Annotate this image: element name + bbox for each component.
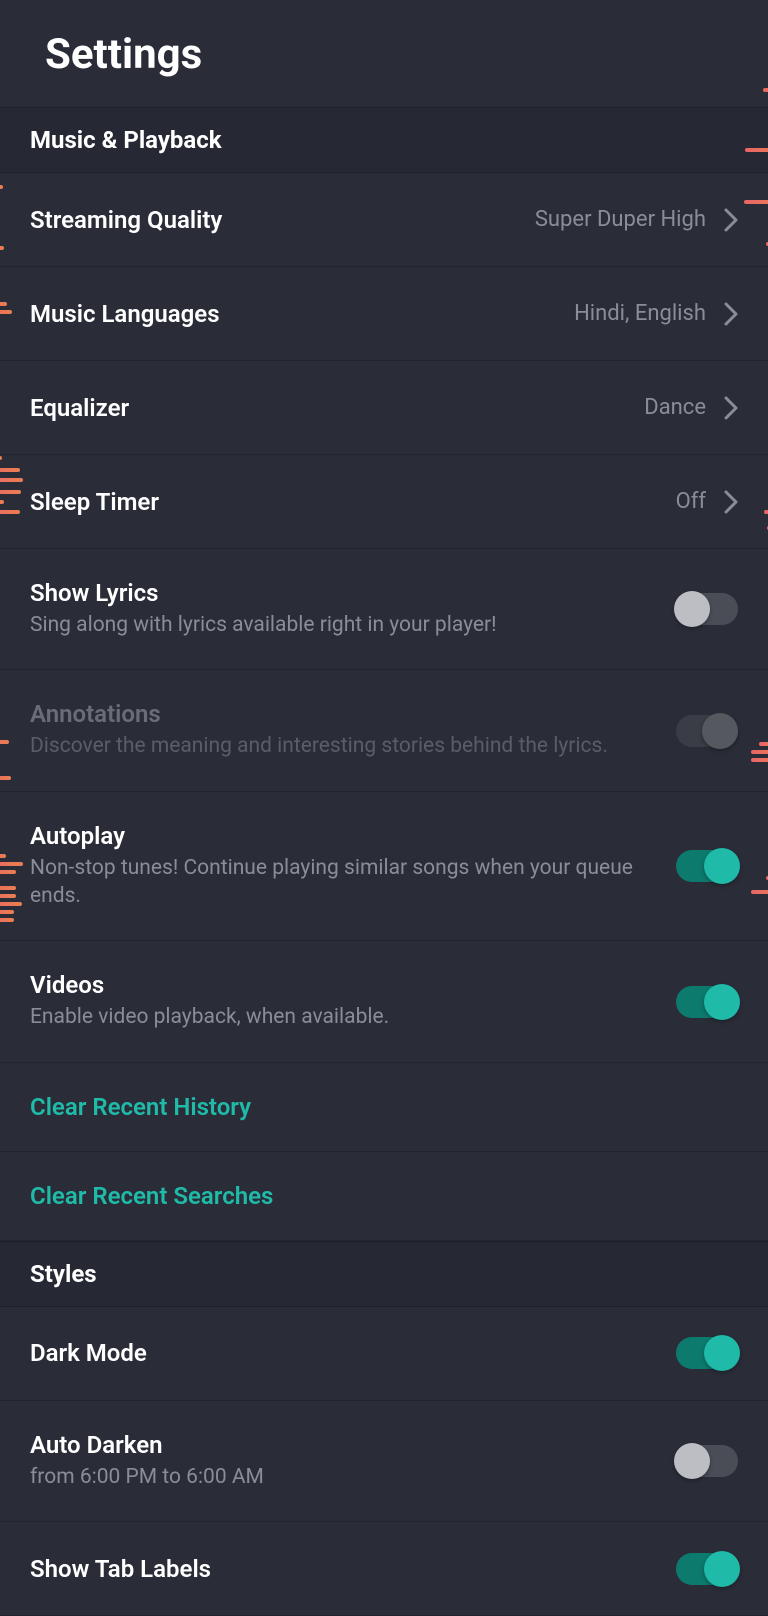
section-header-music-playback: Music & Playback [0, 107, 768, 173]
setting-videos[interactable]: Videos Enable video playback, when avail… [0, 941, 768, 1062]
setting-label: Sleep Timer [30, 488, 159, 516]
setting-label: Dark Mode [30, 1339, 147, 1367]
toggle-knob [702, 713, 738, 749]
setting-sleep-timer[interactable]: Sleep Timer Off [0, 455, 768, 549]
header: Settings [0, 0, 768, 107]
setting-value: Super Duper High [535, 207, 706, 232]
setting-value-wrap: Dance [644, 395, 738, 420]
setting-value-wrap: Hindi, English [574, 301, 738, 326]
setting-value-wrap: Off [676, 489, 738, 514]
setting-sublabel: from 6:00 PM to 6:00 AM [30, 1463, 656, 1491]
left-edge-decoration [0, 0, 8, 1561]
action-clear-history[interactable]: Clear Recent History [0, 1063, 768, 1152]
setting-value: Dance [644, 395, 706, 420]
toggle-show-lyrics[interactable] [676, 593, 738, 625]
setting-label: Equalizer [30, 394, 129, 422]
setting-sublabel: Sing along with lyrics available right i… [30, 611, 656, 639]
setting-label: Auto Darken [30, 1431, 656, 1459]
toggle-knob [674, 1443, 710, 1479]
setting-label: Streaming Quality [30, 206, 222, 234]
setting-label: Show Tab Labels [30, 1555, 211, 1583]
setting-text-block: Show Lyrics Sing along with lyrics avail… [30, 579, 676, 639]
chevron-right-icon [724, 396, 738, 420]
toggle-dark-mode[interactable] [676, 1337, 738, 1369]
chevron-right-icon [724, 302, 738, 326]
setting-label: Music Languages [30, 300, 220, 328]
setting-show-lyrics[interactable]: Show Lyrics Sing along with lyrics avail… [0, 549, 768, 670]
setting-label: Annotations [30, 700, 656, 728]
page-title: Settings [45, 30, 723, 79]
setting-sublabel: Enable video playback, when available. [30, 1003, 656, 1031]
toggle-knob [704, 1551, 740, 1587]
setting-show-tab-labels[interactable]: Show Tab Labels [0, 1522, 768, 1616]
toggle-annotations [676, 715, 738, 747]
toggle-autoplay[interactable] [676, 850, 738, 882]
setting-text-block: Videos Enable video playback, when avail… [30, 971, 676, 1031]
setting-auto-darken[interactable]: Auto Darken from 6:00 PM to 6:00 AM [0, 1401, 768, 1522]
toggle-knob [704, 984, 740, 1020]
right-edge-decoration [760, 0, 768, 1561]
setting-label: Show Lyrics [30, 579, 656, 607]
setting-sublabel: Non-stop tunes! Continue playing similar… [30, 854, 656, 911]
toggle-auto-darken[interactable] [676, 1445, 738, 1477]
chevron-right-icon [724, 490, 738, 514]
setting-sublabel: Discover the meaning and interesting sto… [30, 732, 656, 760]
setting-annotations: Annotations Discover the meaning and int… [0, 670, 768, 791]
setting-value-wrap: Super Duper High [535, 207, 738, 232]
chevron-right-icon [724, 208, 738, 232]
setting-text-block: Annotations Discover the meaning and int… [30, 700, 676, 760]
setting-label: Autoplay [30, 822, 656, 850]
setting-equalizer[interactable]: Equalizer Dance [0, 361, 768, 455]
setting-text-block: Auto Darken from 6:00 PM to 6:00 AM [30, 1431, 676, 1491]
setting-dark-mode[interactable]: Dark Mode [0, 1307, 768, 1401]
action-clear-searches[interactable]: Clear Recent Searches [0, 1152, 768, 1241]
section-header-label: Music & Playback [30, 126, 738, 154]
setting-streaming-quality[interactable]: Streaming Quality Super Duper High [0, 173, 768, 267]
setting-label: Videos [30, 971, 656, 999]
toggle-videos[interactable] [676, 986, 738, 1018]
setting-music-languages[interactable]: Music Languages Hindi, English [0, 267, 768, 361]
toggle-knob [704, 1335, 740, 1371]
action-link-label: Clear Recent History [30, 1093, 738, 1121]
setting-value: Off [676, 489, 706, 514]
setting-text-block: Autoplay Non-stop tunes! Continue playin… [30, 822, 676, 911]
setting-value: Hindi, English [574, 301, 706, 326]
toggle-knob [704, 848, 740, 884]
setting-autoplay[interactable]: Autoplay Non-stop tunes! Continue playin… [0, 792, 768, 942]
action-link-label: Clear Recent Searches [30, 1182, 738, 1210]
section-header-styles: Styles [0, 1241, 768, 1307]
toggle-show-tab-labels[interactable] [676, 1553, 738, 1585]
section-header-label: Styles [30, 1260, 738, 1288]
toggle-knob [674, 591, 710, 627]
